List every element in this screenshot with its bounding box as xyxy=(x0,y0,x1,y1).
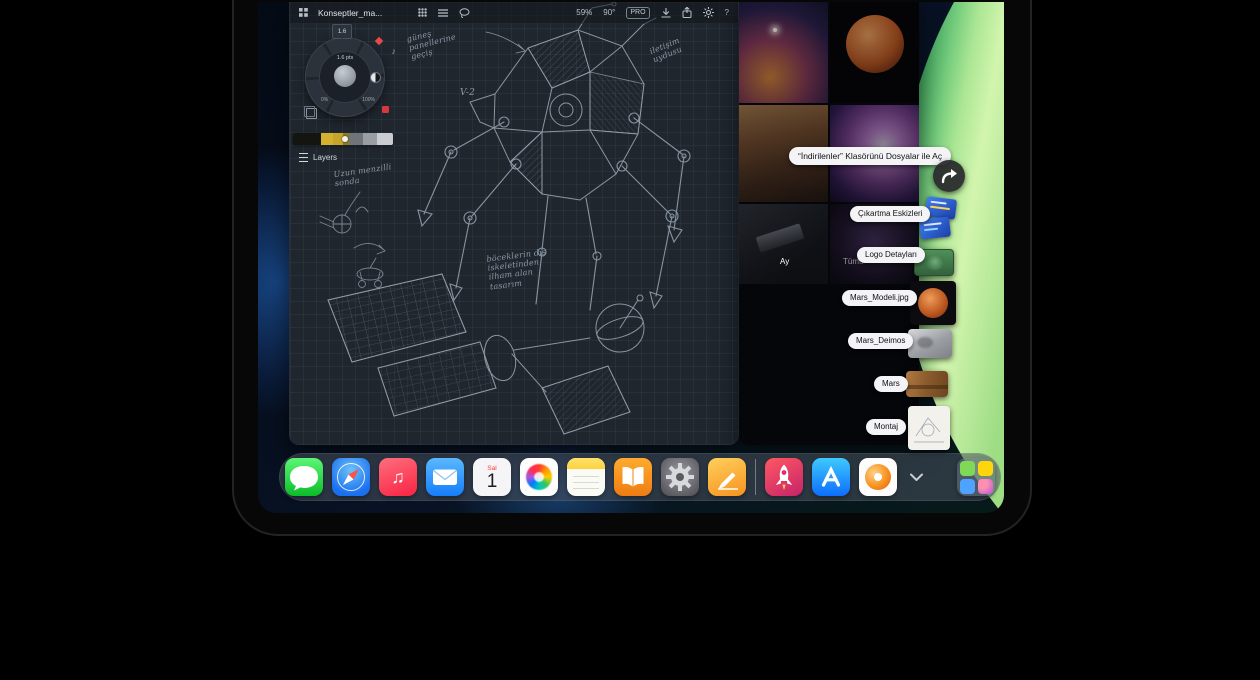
layers-icon xyxy=(299,153,308,162)
app-library-tile xyxy=(960,479,975,494)
drag-item-label[interactable]: Mars_Deimos xyxy=(848,333,913,349)
menu-icon[interactable] xyxy=(438,9,448,17)
document-title[interactable]: Konseptler_ma... xyxy=(318,8,382,18)
drag-item-label[interactable]: Montaj xyxy=(866,419,906,435)
layers-label: Layers xyxy=(313,153,337,162)
annotation-version: V-2 xyxy=(460,88,475,98)
album-label[interactable]: Ay xyxy=(780,257,789,266)
drag-item-label[interactable]: Mars_Modeli.jpg xyxy=(842,290,917,306)
rotation-value[interactable]: 90° xyxy=(603,8,615,17)
zoom-level[interactable]: 59% xyxy=(576,8,592,17)
dock-icon-mail[interactable] xyxy=(426,458,464,496)
drag-item-label[interactable]: Çıkartma Eskizleri xyxy=(850,206,930,222)
note-icon: ♪ xyxy=(392,46,397,56)
palette-selection-marker[interactable] xyxy=(342,136,348,142)
workspace-grid-icon[interactable] xyxy=(299,8,308,17)
envelope-icon xyxy=(426,458,464,496)
drawing-app-window: güneş panellerine geçiş iletişim uydusu … xyxy=(289,2,739,445)
dock-icon-books[interactable] xyxy=(614,458,652,496)
drag-thumb-mars-model[interactable] xyxy=(910,281,956,325)
dock-icon-messages[interactable] xyxy=(285,458,323,496)
calendar-day: 1 xyxy=(487,472,498,492)
drop-tooltip: “İndirilenler” Klasörünü Dosyalar ile Aç xyxy=(789,147,951,165)
dock-icon-music[interactable]: ♫ xyxy=(379,458,417,496)
tool-wheel-ring[interactable]: 1.6 pts 0% 100% xyxy=(305,37,385,117)
compass-icon xyxy=(332,458,370,496)
drag-item-label[interactable]: Logo Detayları xyxy=(857,247,925,263)
forward-arrow-button[interactable] xyxy=(933,160,965,192)
ipad-device: güneş panellerine geçiş iletişim uydusu … xyxy=(232,0,1032,536)
contrast-icon[interactable] xyxy=(370,72,381,83)
brush-size-label: 1.6 pts xyxy=(306,55,384,61)
lasso-icon[interactable] xyxy=(459,8,470,18)
opacity-max-label: 100% xyxy=(362,97,375,103)
dots-grid-icon[interactable] xyxy=(418,8,427,17)
rocket-icon xyxy=(765,458,803,496)
dock-icon-safari[interactable] xyxy=(332,458,370,496)
flower-icon xyxy=(526,464,552,490)
layers-panel-toggle[interactable]: Layers xyxy=(299,153,337,162)
dock-icon-calendar[interactable]: Sal 1 xyxy=(473,458,511,496)
drawing-app-toolbar: Konseptler_ma... 59% xyxy=(290,2,738,24)
dock-icon-color-wheel-app[interactable] xyxy=(859,458,897,496)
forward-arrow-icon xyxy=(940,168,958,184)
dock-divider xyxy=(755,459,756,495)
notes-header xyxy=(567,458,605,469)
chevron-down-icon xyxy=(910,473,923,481)
music-note-icon: ♫ xyxy=(391,467,405,488)
orange-swirl-icon xyxy=(865,464,891,490)
page-background: güneş panellerine geçiş iletişim uydusu … xyxy=(0,0,1260,680)
dock-icon-notes[interactable] xyxy=(567,458,605,496)
brush-preview[interactable] xyxy=(334,65,356,87)
gear-icon xyxy=(661,458,699,496)
pro-badge: PRO xyxy=(626,7,649,19)
app-store-a-icon xyxy=(812,458,850,496)
share-icon[interactable] xyxy=(682,7,692,18)
swatch[interactable] xyxy=(363,133,377,145)
dock-icon-settings[interactable] xyxy=(661,458,699,496)
drag-thumb-montage[interactable] xyxy=(908,406,950,450)
layers-stack-icon[interactable] xyxy=(306,108,317,119)
dock-icon-pages[interactable] xyxy=(708,458,746,496)
download-icon[interactable] xyxy=(661,8,671,18)
open-book-icon xyxy=(614,458,652,496)
app-library-tile xyxy=(978,479,993,494)
drag-item-label[interactable]: Mars xyxy=(874,376,908,392)
swatch[interactable] xyxy=(293,133,321,145)
chat-bubble-icon xyxy=(285,458,323,496)
red-color-badge[interactable] xyxy=(382,106,389,113)
ipad-screen: güneş panellerine geçiş iletişim uydusu … xyxy=(258,2,1004,513)
dock-icon-photos[interactable] xyxy=(520,458,558,496)
app-library-tile xyxy=(960,461,975,476)
dock: ♫ Sal 1 xyxy=(279,453,1001,501)
dock-icon-app-store[interactable] xyxy=(812,458,850,496)
drag-thumb-mars-surface[interactable] xyxy=(906,371,948,397)
swatch[interactable] xyxy=(377,133,393,145)
settings-gear-icon[interactable] xyxy=(703,7,714,18)
brush-size-flag: 1.6 xyxy=(332,24,352,39)
drag-thumb-deimos[interactable] xyxy=(908,329,952,358)
dock-collapse-button[interactable] xyxy=(906,458,926,496)
opacity-min-label: 0% xyxy=(321,97,328,103)
swatch[interactable] xyxy=(321,133,333,145)
dock-icon-app-library[interactable] xyxy=(957,458,995,496)
app-library-tile xyxy=(978,461,993,476)
help-button[interactable]: ? xyxy=(725,8,729,17)
pen-icon xyxy=(708,458,746,496)
swatch[interactable] xyxy=(349,133,363,145)
dock-icon-rocket-app[interactable] xyxy=(765,458,803,496)
